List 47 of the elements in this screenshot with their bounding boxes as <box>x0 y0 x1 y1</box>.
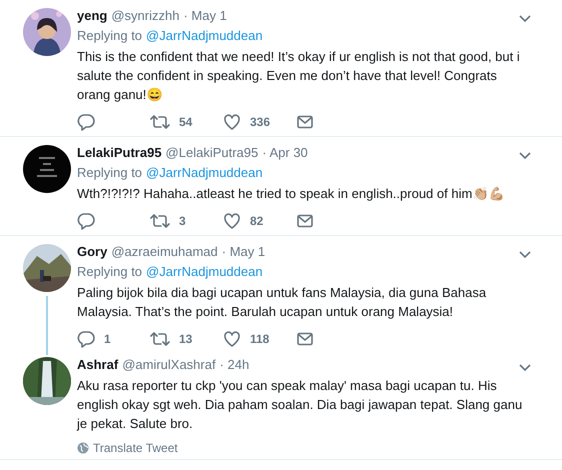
heart-icon <box>223 113 241 131</box>
tweet-text: Paling bijok bila dia bagi ucapan untuk fans Malaysia, dia guna Bahasa Malaysia. That’s the point. Barulah ucapan untuk orang Malaysia! <box>77 284 488 321</box>
reply-icon <box>77 113 95 131</box>
retweet-button[interactable]: 54 <box>150 112 223 132</box>
tweet-text: Aku rasa reporter tu ckp 'you can speak malay' masa bagi ucapan tu. His english okay sgt weh. Dia paham soalan. Dia bagi jawapan tepat. Slang ganu je pekat. Salute bro. <box>77 377 524 433</box>
retweet-icon <box>150 113 170 131</box>
tweet-text: Wth?!?!?!? Hahaha..atleast he tried to speak in english..proud of him👏🏼💪🏼 <box>77 185 506 203</box>
heart-icon <box>223 330 241 348</box>
retweet-icon <box>150 212 170 230</box>
mention-link[interactable]: @JarrNadjmuddean <box>146 262 263 281</box>
tweet-date[interactable]: · 24h <box>220 355 250 374</box>
chevron-down-icon[interactable] <box>518 363 532 373</box>
envelope-icon <box>296 212 314 230</box>
user-handle[interactable]: @synrizzhh <box>111 6 180 25</box>
display-name[interactable]: yeng <box>77 6 108 25</box>
reply-icon <box>77 330 95 348</box>
replying-label: Replying to <box>77 27 142 45</box>
heart-icon <box>223 212 241 230</box>
envelope-icon <box>296 330 314 348</box>
globe-icon <box>77 442 89 454</box>
retweet-button[interactable]: 3 <box>150 211 223 231</box>
display-name[interactable]: LelakiPutra95 <box>77 143 162 162</box>
translate-link[interactable]: Translate Tweet <box>93 439 178 457</box>
mention-link[interactable]: @JarrNadjmuddean <box>146 26 263 45</box>
user-handle[interactable]: @azraeimuhamad <box>111 242 218 261</box>
tweet-date[interactable]: · May 1 <box>222 242 266 261</box>
chevron-down-icon[interactable] <box>518 151 532 161</box>
display-name[interactable]: Gory <box>77 242 108 261</box>
replying-label: Replying to <box>77 164 142 182</box>
chevron-down-icon[interactable] <box>518 14 532 24</box>
mention-link[interactable]: @JarrNadjmuddean <box>146 163 263 182</box>
reply-button[interactable]: 1 <box>77 329 150 349</box>
like-button[interactable]: 336 <box>223 112 296 132</box>
retweet-button[interactable]: 13 <box>150 329 223 349</box>
user-handle[interactable]: @amirulXashraf <box>122 355 216 374</box>
tweet-date[interactable]: · Apr 30 <box>262 143 308 162</box>
tweet-date[interactable]: · May 1 <box>183 6 227 25</box>
chevron-down-icon[interactable] <box>518 250 532 260</box>
user-handle[interactable]: @LelakiPutra95 <box>166 143 258 162</box>
retweet-icon <box>150 330 170 348</box>
display-name[interactable]: Ashraf <box>77 355 118 374</box>
like-button[interactable]: 118 <box>223 329 296 349</box>
like-button[interactable]: 82 <box>223 211 296 231</box>
envelope-icon <box>296 113 314 131</box>
tweet-text: This is the confident that we need! It’s okay if ur english is not that good, but i salute the confident in speaking. Even me don’t have that level! Congrats orang ganu!😄 <box>77 48 521 104</box>
replying-label: Replying to <box>77 263 142 281</box>
reply-icon <box>77 212 95 230</box>
